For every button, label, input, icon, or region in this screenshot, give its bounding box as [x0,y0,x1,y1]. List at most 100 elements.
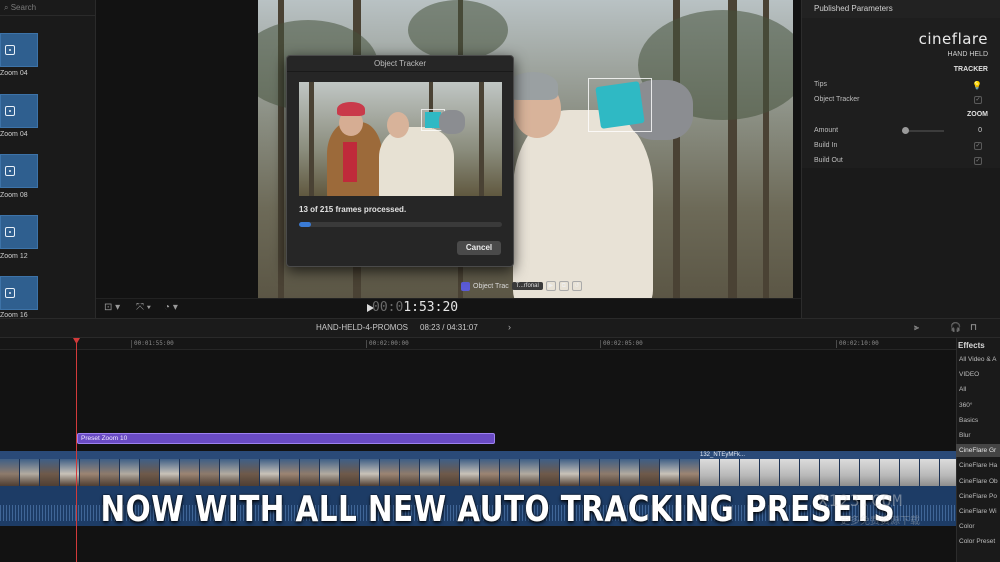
brand-logo: cineflare [918,30,988,48]
build-in-checkbox[interactable]: ✓ [974,142,982,150]
dialog-title: Object Tracker [287,56,513,72]
filmstrip-frame [280,459,300,486]
transform-tool-icon[interactable]: ⤧ ▾ [136,302,151,313]
clip-icon [5,45,15,55]
browser-clip-thumbnail[interactable] [0,33,38,67]
object-tracker-label: Object Trac [473,282,509,290]
clip-icon [5,227,15,237]
effects-category-item[interactable]: CineFlare Gr [956,444,1000,458]
filmstrip-frame [560,459,580,486]
ruler-tick [366,340,367,348]
clip-icon [5,288,15,298]
video-clip-name-bar [0,451,956,459]
section-zoom: ZOOM [967,111,988,118]
lightbulb-icon[interactable]: 💡 [972,81,982,90]
project-duration: 08:23 / 04:31:07 [420,323,478,332]
chevron-right-icon[interactable]: › [508,322,511,332]
filmstrip-frame [260,459,280,486]
person-figure [513,110,653,298]
effects-category-item[interactable]: Color [956,520,1000,533]
cancel-button[interactable]: Cancel [457,241,501,255]
effects-category-item[interactable]: Basics [956,414,1000,427]
product-name: HAND HELD [947,51,988,58]
effects-category-item[interactable]: VIDEO [956,368,1000,381]
playhead[interactable] [76,338,77,562]
browser-clip-thumbnail[interactable] [0,94,38,128]
browser-clip-label: Zoom 08 [0,192,28,199]
effects-category-item[interactable]: CineFlare Po [956,490,1000,503]
build-out-checkbox[interactable]: ✓ [974,157,982,165]
ruler-tick [836,340,837,348]
filmstrip-frame [660,459,680,486]
tree-trunk [309,82,314,196]
watermark: X123.COM [818,491,904,510]
object-tracker-checkbox[interactable] [461,281,470,291]
effects-category-item[interactable]: Blur [956,429,1000,442]
copy-icon[interactable]: ⧉ [558,281,569,291]
object-tracker-dialog: Object Tracker 13 of 215 frames processe… [286,55,514,267]
filmstrip-frame [520,459,540,486]
headphones-icon[interactable]: 🎧 [950,322,961,333]
filmstrip-frame [220,459,240,486]
filmstrip-frame [20,459,40,486]
effects-category-item[interactable]: CineFlare Wi [956,505,1000,518]
amount-value[interactable]: 0 [978,127,982,134]
tracking-status-text: 13 of 215 frames processed. [299,205,407,214]
filmstrip-frame [740,459,760,486]
tree-trunk [479,82,484,196]
view-options-icon[interactable]: ⊡ ▾ [104,302,120,313]
filmstrip-frame [720,459,740,486]
object-tracker-checkbox[interactable]: ✓ [974,96,982,104]
video-clip-name: 132_NTEyMFk... [700,452,746,458]
filmstrip-frame [120,459,140,486]
browser-search-input[interactable]: ⌕ Search [0,0,96,16]
effects-category-item[interactable]: CineFlare Ha [956,459,1000,472]
promo-caption: NOW WITH ALL NEW AUTO TRACKING PRESETS [100,489,896,530]
effects-category-item[interactable]: CineFlare Ob [956,475,1000,488]
title-clip[interactable]: Preset Zoom 10 [77,433,495,444]
snapping-icon[interactable]: ⊓ [970,322,977,333]
tracking-box[interactable] [588,78,652,132]
track-forward-icon[interactable]: ▶ [545,281,556,291]
foliage [408,0,508,60]
param-amount-label: Amount [814,127,839,134]
effects-category-item[interactable]: All [956,383,1000,396]
amount-slider-knob[interactable] [902,127,909,134]
progress-fill [299,222,312,227]
reset-icon[interactable]: ↺ [571,281,582,291]
filmstrip-frame [900,459,920,486]
param-object-tracker-label: Object Tracker [814,96,860,103]
browser-clip-thumbnail[interactable] [0,154,38,188]
skimming-icon[interactable]: ⫸ [914,322,919,333]
filmstrip-frame [100,459,120,486]
filmstrip-frame [440,459,460,486]
filmstrip-frame [180,459,200,486]
filmstrip-frame [640,459,660,486]
ruler-label: 00:02:05:00 [603,340,643,347]
person-figure [379,127,454,196]
dialog-preview-image [299,82,502,196]
viewer-background [793,0,801,298]
inspector-header: Published Parameters [802,0,1000,18]
filmstrip-frame [580,459,600,486]
effects-category-item[interactable]: All Video & A [956,353,1000,366]
effects-category-item[interactable]: Color Preset [956,535,1000,548]
effects-category-item[interactable]: 360° [956,399,1000,412]
filmstrip-frame [460,459,480,486]
speed-icon[interactable]: ◔ ▾ [164,302,178,313]
filmstrip-frame [140,459,160,486]
filmstrip-frame [780,459,800,486]
filmstrip-frame [160,459,180,486]
timecode-display[interactable]: 00:01:53:20 [372,298,458,318]
tracking-progress-bar [299,222,502,227]
inspector-panel: Published Parameters cineflare HAND HELD… [801,0,1000,318]
tracker-mode-select[interactable]: T...rfonal [511,282,543,290]
param-tips-label: Tips [814,81,827,88]
browser-clip-thumbnail[interactable] [0,276,38,310]
filmstrip-frame [760,459,780,486]
filmstrip-frame [620,459,640,486]
ruler-label: 00:01:55:00 [134,340,174,347]
browser-clip-thumbnail[interactable] [0,215,38,249]
filmstrip-frame [340,459,360,486]
filmstrip-frame [380,459,400,486]
